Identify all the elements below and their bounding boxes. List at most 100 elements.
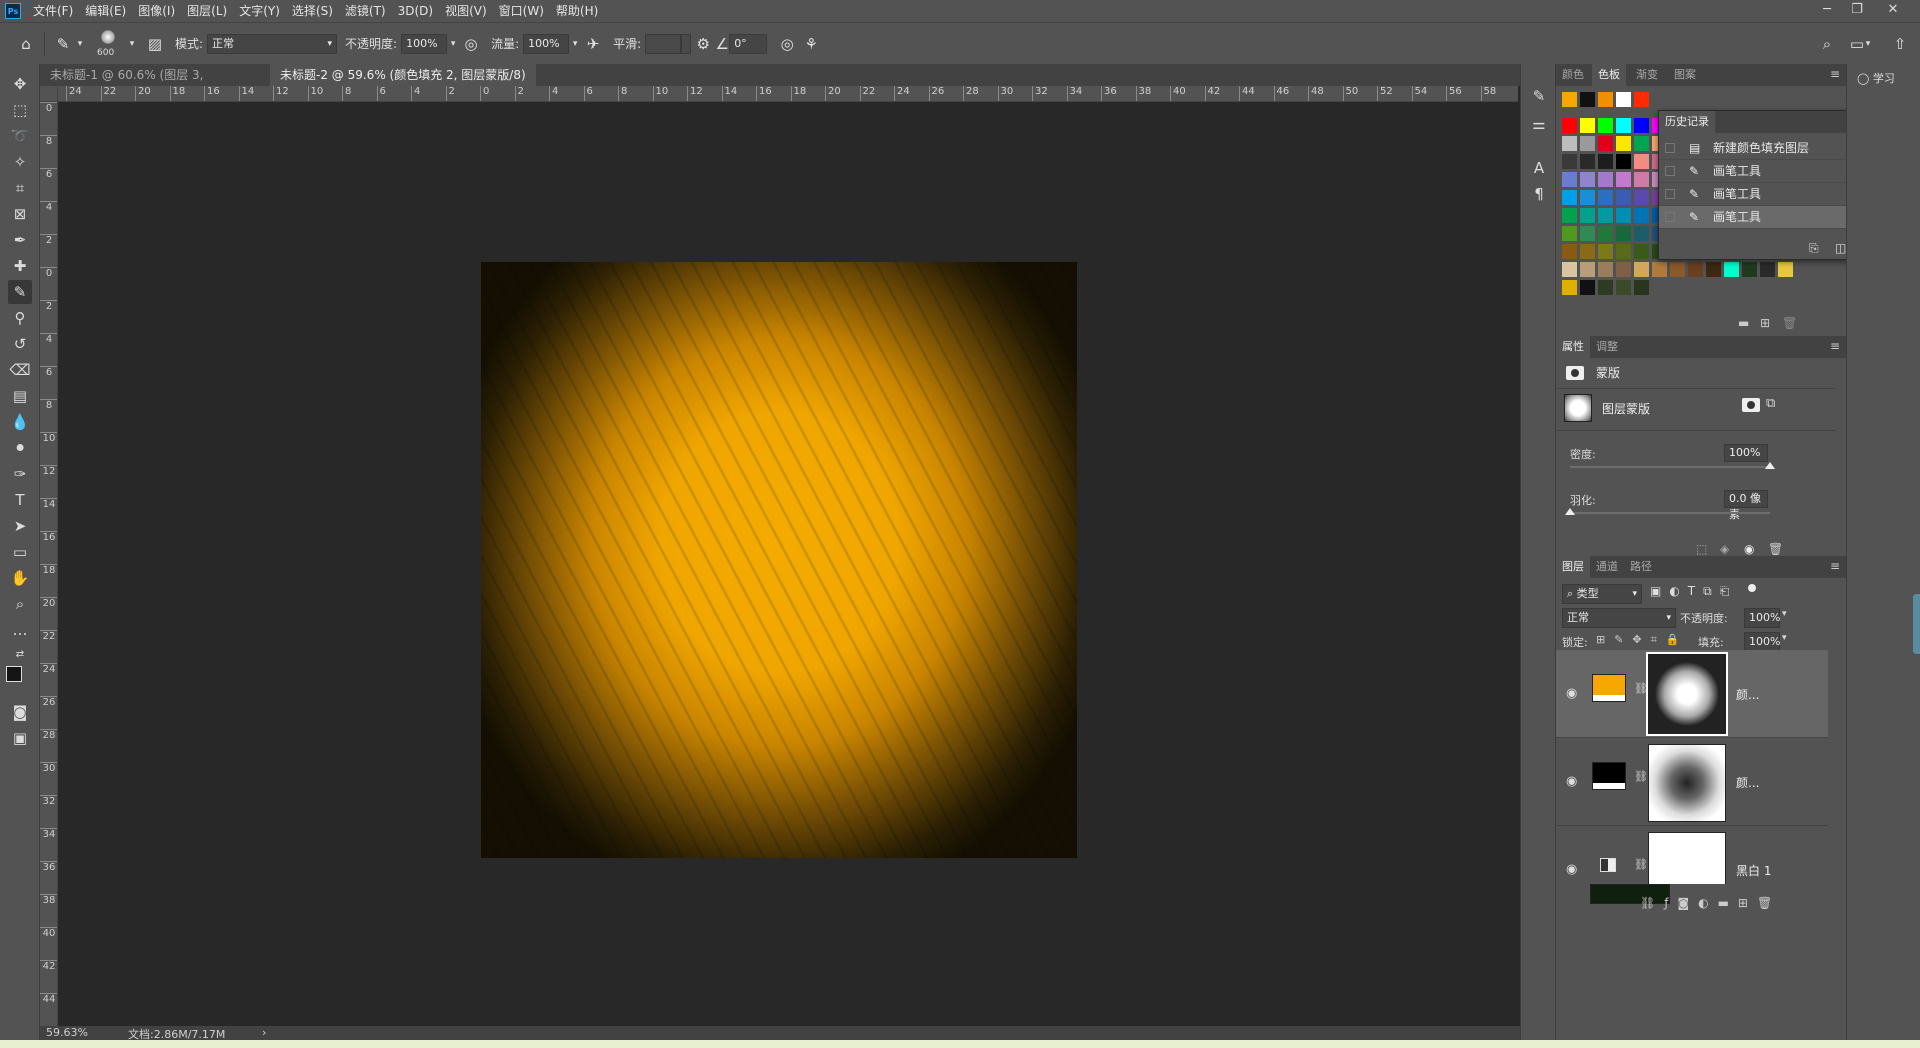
menu-3d[interactable]: 3D(D) — [392, 0, 439, 22]
color-swatch[interactable] — [1580, 154, 1595, 169]
color-swatch[interactable] — [1580, 190, 1595, 205]
color-swatch[interactable] — [1634, 244, 1649, 259]
zoom-tool-icon[interactable]: ⌕ — [8, 592, 32, 616]
gear-icon[interactable]: ⚙ — [691, 32, 715, 56]
angle-input[interactable]: 0° — [729, 33, 768, 54]
panel-menu-icon[interactable]: ≡ — [1830, 64, 1840, 86]
history-source-checkbox[interactable] — [1665, 189, 1675, 199]
chevron-down-icon[interactable]: ▾ — [75, 32, 85, 56]
minimize-button[interactable]: ─ — [1812, 0, 1842, 22]
color-swatch[interactable] — [1598, 244, 1613, 259]
move-tool-icon[interactable]: ✥ — [8, 72, 32, 96]
status-menu-arrow[interactable]: › — [262, 1026, 266, 1039]
foreground-color-swatch[interactable] — [6, 666, 22, 682]
color-swatch[interactable] — [1616, 208, 1631, 223]
menu-help[interactable]: 帮助(H) — [550, 0, 604, 22]
color-swatch[interactable] — [1562, 154, 1577, 169]
tab-swatches[interactable]: 色板 — [1592, 64, 1626, 86]
eye-icon[interactable]: ◉ — [1566, 686, 1582, 701]
hand-tool-icon[interactable]: ✋ — [8, 566, 32, 590]
brush-size-picker[interactable]: 600 — [91, 26, 127, 62]
share-icon[interactable]: ⇧ — [1888, 32, 1912, 56]
color-swatch[interactable] — [1634, 262, 1649, 277]
color-swatch[interactable] — [1634, 118, 1649, 133]
layer-opacity-input[interactable]: 100% — [1744, 608, 1780, 628]
color-swatch[interactable] — [1616, 118, 1631, 133]
mode-select[interactable]: 正常 ▾ — [207, 33, 338, 54]
tab-layers[interactable]: 图层 — [1556, 556, 1590, 578]
color-swatch[interactable] — [1580, 172, 1595, 187]
healing-brush-tool-icon[interactable]: ✚ — [8, 254, 32, 278]
color-swatch[interactable] — [1580, 244, 1595, 259]
history-source-checkbox[interactable] — [1665, 166, 1675, 176]
blur-tool-icon[interactable]: 💧 — [8, 410, 32, 434]
color-swatch[interactable] — [1562, 226, 1577, 241]
layer-filter-icons[interactable]: ▣◐T⧉⎗ — [1650, 584, 1737, 599]
side-panel-handle[interactable] — [1913, 594, 1920, 654]
tab-patterns[interactable]: 图案 — [1668, 64, 1702, 86]
menu-file[interactable]: 文件(F) — [27, 0, 79, 22]
paragraph-icon[interactable]: ¶ — [1527, 182, 1551, 206]
feather-input[interactable]: 0.0 像素 — [1724, 490, 1768, 521]
pressure-size-icon[interactable]: ◎ — [775, 32, 799, 56]
layer-mask-thumbnail[interactable] — [1648, 832, 1726, 884]
color-swatch[interactable] — [1562, 92, 1577, 107]
layer-row[interactable]: ◉ ⛓ 颜... — [1556, 738, 1828, 826]
menu-filter[interactable]: 滤镜(T) — [339, 0, 392, 22]
color-swatch[interactable] — [1598, 136, 1613, 151]
flow-input[interactable]: 100% — [523, 33, 570, 54]
color-swatch[interactable] — [1652, 262, 1667, 277]
chevron-down-icon[interactable]: ▾ — [569, 32, 581, 56]
menu-window[interactable]: 窗口(W) — [493, 0, 550, 22]
layer-row[interactable]: ◉ ⛓ 颜... — [1556, 650, 1828, 738]
color-swatch[interactable] — [1598, 154, 1613, 169]
select-mask-icon[interactable] — [1742, 398, 1760, 412]
menu-layer[interactable]: 图层(L) — [181, 0, 233, 22]
eye-icon[interactable]: ◉ — [1566, 774, 1582, 789]
eyedropper-tool-icon[interactable]: ✒ — [8, 228, 32, 252]
color-swatch[interactable] — [1778, 262, 1793, 277]
adjustments-icon[interactable]: ⚌ — [1527, 112, 1551, 136]
color-swatch[interactable] — [1580, 136, 1595, 151]
trash-icon[interactable]: 🗑 — [1782, 316, 1797, 330]
load-selection-icon[interactable]: ⬚ — [1696, 542, 1707, 556]
restore-button[interactable]: ❐ — [1842, 0, 1872, 22]
color-swatch[interactable] — [1580, 92, 1595, 107]
filter-toggle-icon[interactable] — [1748, 584, 1756, 592]
lock-icons[interactable]: ⊞✎✥⌗🔒 — [1596, 633, 1689, 647]
marquee-tool-icon[interactable]: ⬚ — [8, 98, 32, 122]
density-input[interactable]: 100% — [1724, 444, 1768, 462]
layer-row[interactable]: ◉ ⛓ 黑白 1 — [1556, 826, 1828, 884]
layer-mask-thumbnail[interactable] — [1648, 744, 1726, 822]
color-swatch[interactable] — [1562, 244, 1577, 259]
frame-tool-icon[interactable]: ⊠ — [8, 202, 32, 226]
color-swatch[interactable] — [1634, 172, 1649, 187]
document-canvas[interactable] — [481, 262, 1077, 858]
color-swatch[interactable] — [1616, 244, 1631, 259]
color-swatch[interactable] — [1616, 262, 1631, 277]
color-swatch[interactable] — [1616, 280, 1631, 295]
magic-wand-tool-icon[interactable]: ✧ — [8, 150, 32, 174]
tab-color[interactable]: 颜色 — [1556, 64, 1590, 86]
screen-mode-icon[interactable]: ▣ — [8, 726, 32, 750]
color-swatch[interactable] — [1562, 136, 1577, 151]
layer-mask-thumbnail[interactable] — [1564, 394, 1592, 422]
menu-select[interactable]: 选择(S) — [286, 0, 339, 22]
color-swatch[interactable] — [1688, 262, 1703, 277]
canvas-area[interactable] — [58, 102, 1500, 1026]
feather-slider-handle[interactable] — [1565, 508, 1575, 515]
color-swatch[interactable] — [1616, 136, 1631, 151]
link-icon[interactable]: ⛓ — [1634, 770, 1648, 783]
home-icon[interactable]: ⌂ — [14, 32, 38, 56]
history-source-checkbox[interactable] — [1665, 143, 1675, 153]
character-icon[interactable]: A — [1527, 156, 1551, 180]
color-swatch[interactable] — [1598, 262, 1613, 277]
color-swatch[interactable] — [1580, 226, 1595, 241]
color-swatch[interactable] — [1598, 92, 1613, 107]
tab-document-1[interactable]: 未标题-1 @ 60.6% (图层 3, RGB/8#) * × — [40, 64, 268, 104]
color-swatch[interactable] — [1598, 280, 1613, 295]
panel-menu-icon[interactable]: ≡ — [1830, 556, 1840, 578]
color-swatch[interactable] — [1616, 226, 1631, 241]
camera-icon[interactable]: ◫ — [1835, 241, 1846, 255]
layer-footer-icons[interactable]: ⛓ƒ◙◐▬⊞🗑 — [1640, 896, 1781, 910]
